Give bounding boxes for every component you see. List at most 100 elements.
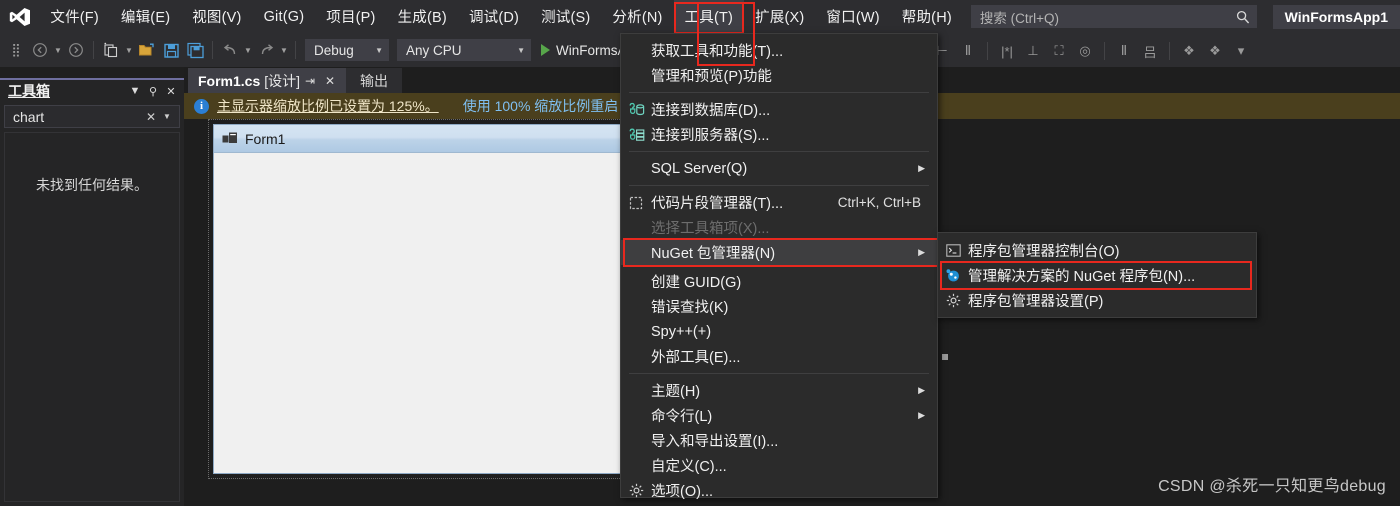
nuget-package-icon [938, 268, 968, 283]
menu-item-file[interactable]: 文件(F) [39, 0, 110, 33]
menu-label: 窗口(W) [826, 10, 880, 26]
form-resize-grip[interactable] [942, 354, 948, 360]
bring-to-front-icon[interactable]: ❖ [1177, 39, 1201, 63]
pin-icon[interactable]: ⚲ [144, 82, 162, 100]
menu-item-build[interactable]: 生成(B) [387, 0, 458, 33]
menu-label: 生成(B) [397, 10, 447, 26]
console-icon [938, 244, 968, 257]
menu-nuget-package-manager[interactable]: NuGet 包管理器(N) ▶ [621, 238, 941, 267]
open-file-icon[interactable] [135, 38, 159, 62]
submenu-item-label: 程序包管理器控制台(O) [968, 244, 1120, 260]
connect-server-icon [621, 127, 651, 143]
menu-sql-server[interactable]: SQL Server(Q) ▶ [621, 156, 937, 181]
toolbar-separator [1104, 42, 1105, 60]
menu-error-lookup[interactable]: 错误查找(K) [621, 294, 937, 319]
menu-spy-plus-plus[interactable]: Spy++(+) [621, 319, 937, 344]
tab-form1-designer[interactable]: Form1.cs [设计] ⇥ ✕ [188, 68, 347, 93]
toolbar-overflow-icon[interactable]: ▾ [1229, 39, 1253, 63]
toolbox-search-value: chart [13, 108, 45, 125]
menu-label: 调试(D) [468, 10, 520, 26]
toolbar-separator [212, 41, 213, 59]
navigate-back-caret-icon[interactable]: ▼ [52, 38, 64, 62]
play-icon [541, 44, 550, 56]
zoom-icon[interactable]: ◎ [1073, 39, 1097, 63]
send-to-back-icon[interactable]: ❖ [1203, 39, 1227, 63]
project-chip[interactable]: WinFormsApp1 [1272, 4, 1400, 29]
form-title-label: Form1 [245, 130, 286, 147]
menu-item-label: 自定义(C)... [651, 459, 727, 475]
tab-label: Form1.cs [198, 72, 261, 89]
toolbox-search-input[interactable]: chart ✕ ▼ [4, 105, 180, 128]
menu-item-label: 主题(H) [651, 384, 701, 400]
menu-separator [629, 185, 929, 186]
menu-command-line[interactable]: 命令行(L) ▶ [621, 403, 937, 428]
navigate-back-icon[interactable] [28, 38, 52, 62]
info-bar-action-link[interactable]: 使用 100% 缩放比例重启 Vis [463, 96, 642, 116]
toolbox-drag-handle[interactable] [50, 80, 126, 102]
menu-item-tools[interactable]: 工具(T) [673, 0, 745, 34]
menu-label: 帮助(H) [901, 10, 952, 26]
build-configuration-select[interactable]: Debug ▼ [305, 39, 389, 61]
toolbox-empty-message: 未找到任何结果。 [36, 177, 148, 193]
menu-item-help[interactable]: 帮助(H) [891, 0, 963, 33]
menu-item-label: 导入和导出设置(I)... [651, 434, 779, 450]
center-horizontally-icon[interactable]: |*| [995, 39, 1019, 63]
new-item-caret-icon[interactable]: ▼ [123, 38, 135, 62]
clear-icon[interactable]: ✕ [143, 110, 159, 124]
chevron-down-icon: ▼ [375, 45, 383, 55]
build-configuration-value: Debug [314, 42, 354, 58]
redo-caret-icon[interactable]: ▼ [278, 38, 290, 62]
menu-item-extensions[interactable]: 扩展(X) [744, 0, 815, 33]
menu-options[interactable]: 选项(O)... [621, 478, 937, 503]
undo-icon[interactable] [218, 38, 242, 62]
undo-caret-icon[interactable]: ▼ [242, 38, 254, 62]
watermark: CSDN @杀死一只知更鸟debug [1158, 478, 1386, 495]
menu-item-debug[interactable]: 调试(D) [458, 0, 530, 33]
menu-external-tools[interactable]: 外部工具(E)... [621, 344, 937, 369]
submenu-manage-nuget-packages-for-solution[interactable]: 管理解决方案的 NuGet 程序包(N)... [938, 261, 1256, 290]
save-all-icon[interactable] [183, 38, 207, 62]
search-input[interactable]: 搜索 (Ctrl+Q) [970, 5, 1257, 28]
menu-code-snippets-manager[interactable]: 代码片段管理器(T)... Ctrl+K, Ctrl+B [621, 190, 937, 215]
platform-select[interactable]: Any CPU ▼ [397, 39, 531, 61]
platform-value: Any CPU [406, 42, 462, 58]
close-icon[interactable]: ✕ [320, 74, 340, 88]
menu-label: 工具(T) [684, 10, 734, 26]
toolbar-grip-icon[interactable]: ⣿ [4, 38, 28, 62]
menu-customize[interactable]: 自定义(C)... [621, 453, 937, 478]
menu-item-git[interactable]: Git(G) [253, 0, 316, 33]
menu-connect-to-server[interactable]: 连接到服务器(S)... [621, 122, 937, 147]
menu-item-label: 获取工具和功能(T)... [651, 44, 784, 60]
submenu-package-manager-console[interactable]: 程序包管理器控制台(O) [938, 238, 1256, 263]
menu-item-window[interactable]: 窗口(W) [815, 0, 890, 33]
menu-get-tools-and-features[interactable]: 获取工具和功能(T)... [621, 38, 937, 63]
align-bars-icon[interactable]: Ⅱ [956, 39, 980, 63]
close-icon[interactable]: ✕ [162, 82, 180, 100]
menu-item-test[interactable]: 测试(S) [530, 0, 601, 33]
save-icon[interactable] [159, 38, 183, 62]
menu-item-analyze[interactable]: 分析(N) [601, 0, 673, 33]
info-glyph: i [199, 100, 204, 112]
spacing-vertical-icon[interactable]: 吕 [1138, 39, 1162, 63]
menu-theme[interactable]: 主题(H) ▶ [621, 378, 937, 403]
submenu-package-manager-settings[interactable]: 程序包管理器设置(P) [938, 288, 1256, 313]
menu-item-view[interactable]: 视图(V) [181, 0, 252, 33]
new-item-icon[interactable] [99, 38, 123, 62]
tab-output[interactable]: 输出 [346, 68, 403, 93]
menu-label: 编辑(E) [120, 10, 171, 26]
center-vertically-icon[interactable]: ⊥ [1021, 39, 1045, 63]
search-icon[interactable] [1236, 10, 1250, 24]
menu-import-export-settings[interactable]: 导入和导出设置(I)... [621, 428, 937, 453]
menu-item-edit[interactable]: 编辑(E) [110, 0, 181, 33]
menu-item-project[interactable]: 项目(P) [315, 0, 386, 33]
pin-icon[interactable]: ⇥ [300, 74, 320, 88]
chevron-down-icon[interactable]: ▼ [126, 82, 144, 100]
redo-icon[interactable] [254, 38, 278, 62]
menu-connect-to-database[interactable]: 连接到数据库(D)... [621, 97, 937, 122]
menu-manage-preview-features[interactable]: 管理和预览(P)功能 [621, 63, 937, 88]
spacing-horizontal-icon[interactable]: Ⅱ [1112, 39, 1136, 63]
chevron-down-icon[interactable]: ▼ [159, 112, 175, 121]
navigate-forward-icon[interactable] [64, 38, 88, 62]
menu-create-guid[interactable]: 创建 GUID(G) [621, 269, 937, 294]
expand-icon[interactable]: ⛶ [1047, 39, 1071, 63]
